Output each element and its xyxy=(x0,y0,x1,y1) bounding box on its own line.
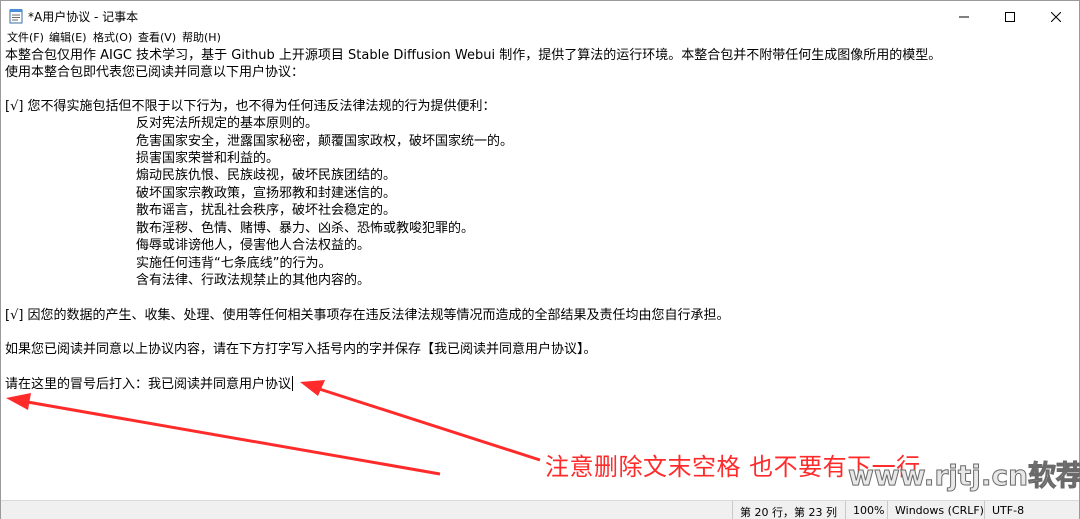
maximize-icon xyxy=(1005,11,1015,22)
text-line-content: 请在这里的冒号后打入：我已阅读并同意用户协议 xyxy=(5,377,292,392)
status-encoding: UTF-8 xyxy=(992,504,1025,517)
close-icon xyxy=(1051,11,1061,22)
status-zoom: 100% xyxy=(853,504,885,517)
status-divider xyxy=(845,501,846,519)
text-line: 散布淫秽、色情、赌博、暴力、凶杀、恐怖或教唆犯罪的。 xyxy=(136,221,475,236)
notepad-window: *A用户协议 - 记事本 文件(F) 编辑(E) 格式(O) 查看(V) 帮助(… xyxy=(0,0,1080,519)
status-bar: 第 20 行，第 23 列 100% Windows (CRLF) UTF-8 xyxy=(1,500,1079,519)
text-line: 反对宪法所规定的基本原则的。 xyxy=(136,116,319,131)
menu-edit[interactable]: 编辑(E) xyxy=(49,29,87,45)
menu-view[interactable]: 查看(V) xyxy=(138,29,176,45)
menu-bar: 文件(F) 编辑(E) 格式(O) 查看(V) 帮助(H) xyxy=(1,28,1079,46)
text-line: [√] 您不得实施包括但不限于以下行为，也不得为任何违反法律法规的行为提供便利： xyxy=(5,99,496,114)
text-line: 使用本整合包即代表您已阅读并同意以下用户协议： xyxy=(5,65,305,80)
status-divider xyxy=(984,501,985,519)
status-divider xyxy=(887,501,888,519)
text-line: 危害国家安全，泄露国家秘密，颠覆国家政权，破坏国家统一的。 xyxy=(136,134,514,149)
menu-file[interactable]: 文件(F) xyxy=(7,29,44,45)
text-caret xyxy=(292,376,294,391)
window-title: *A用户协议 - 记事本 xyxy=(28,10,139,24)
menu-help[interactable]: 帮助(H) xyxy=(182,29,221,45)
text-line: 煽动民族仇恨、民族歧视，破坏民族团结的。 xyxy=(136,168,397,183)
text-line: 实施任何违背“七条底线”的行为。 xyxy=(136,256,332,271)
notepad-icon xyxy=(9,9,23,24)
status-cursor-position: 第 20 行，第 23 列 xyxy=(740,506,837,519)
watermark: www.rjtj.cn软荐网 xyxy=(847,459,1080,493)
text-line: [√] 因您的数据的产生、收集、处理、使用等任何相关事项存在违反法律法规等情况而… xyxy=(5,308,730,323)
text-line: 本整合包仅用作 AIGC 技术学习，基于 Github 上开源项目 Stable… xyxy=(5,48,942,63)
text-line: 散布谣言，扰乱社会秩序，破坏社会稳定的。 xyxy=(136,203,397,218)
text-line: 含有法律、行政法规禁止的其他内容的。 xyxy=(136,273,371,288)
status-divider xyxy=(732,501,733,519)
text-line-current: 请在这里的冒号后打入：我已阅读并同意用户协议 xyxy=(5,376,294,393)
text-line: 损害国家荣誉和利益的。 xyxy=(136,151,280,166)
text-editor[interactable]: 本整合包仅用作 AIGC 技术学习，基于 Github 上开源项目 Stable… xyxy=(1,45,1079,499)
menu-format[interactable]: 格式(O) xyxy=(93,29,132,45)
text-line: 侮辱或诽谤他人，侵害他人合法权益的。 xyxy=(136,238,371,253)
text-line: 破坏国家宗教政策，宣扬邪教和封建迷信的。 xyxy=(136,186,397,201)
status-line-ending: Windows (CRLF) xyxy=(895,504,984,517)
text-line: 如果您已阅读并同意以上协议内容，请在下方打字写入括号内的字并保存【我已阅读并同意… xyxy=(5,342,597,357)
minimize-icon xyxy=(959,16,969,17)
